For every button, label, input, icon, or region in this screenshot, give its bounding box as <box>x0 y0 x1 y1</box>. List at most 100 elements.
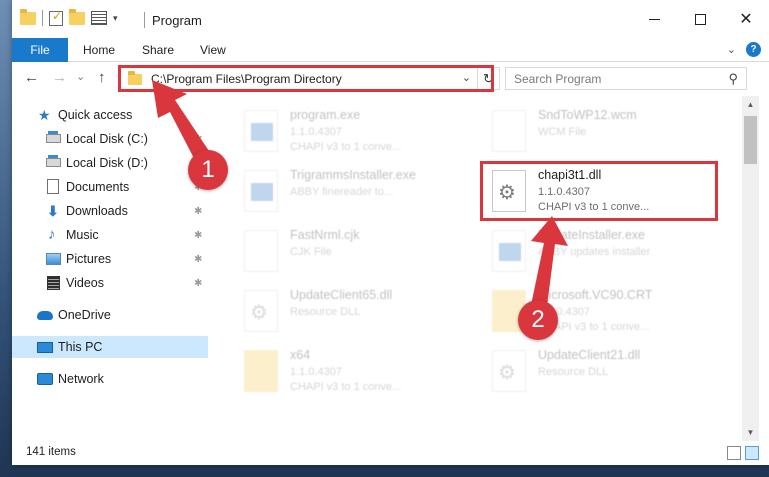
videos-icon <box>47 276 63 290</box>
file-item[interactable]: program.exe 1.1.0.4307 CHAPI v3 to 1 con… <box>238 104 468 160</box>
file-version: 1.1.0.4307 <box>290 126 342 138</box>
up-arrow-icon[interactable]: ↑ <box>98 69 106 86</box>
sidebar-item-local-disk-d[interactable]: Local Disk (D:) <box>12 152 208 174</box>
sidebar-item-label: Quick access <box>58 108 133 122</box>
file-name: UpdateInstaller.exe <box>538 228 646 242</box>
sidebar-item-label: Documents <box>66 180 130 194</box>
folder-icon[interactable] <box>20 8 36 25</box>
properties-icon[interactable] <box>91 11 107 25</box>
file-type: WCM File <box>538 126 587 138</box>
back-arrow-icon[interactable]: ← <box>24 69 39 86</box>
folder-icon <box>244 350 278 392</box>
close-icon: ✕ <box>739 11 753 28</box>
cloud-icon <box>37 311 53 325</box>
close-button[interactable]: ✕ <box>723 0 769 38</box>
title-bar: ▾ Program ✕ <box>12 0 769 38</box>
sidebar-item-local-disk-c[interactable]: Local Disk (C:) ✱ <box>12 128 208 150</box>
computer-icon <box>37 342 53 356</box>
file-name: TrigrammsInstaller.exe <box>290 168 416 182</box>
help-icon[interactable]: ? <box>746 42 761 57</box>
customize-toolbar-icon[interactable]: ▾ <box>113 13 118 24</box>
sidebar-item-onedrive[interactable]: OneDrive <box>12 304 208 326</box>
sidebar-item-label: This PC <box>58 340 103 354</box>
sidebar-item-documents[interactable]: Documents ✱ <box>12 176 208 198</box>
dll-file-icon <box>492 350 526 392</box>
scroll-thumb[interactable] <box>744 116 757 164</box>
file-item[interactable]: UpdateClient21.dll Resource DLL <box>486 344 716 400</box>
tab-share[interactable]: Share <box>142 38 174 62</box>
sidebar-item-label: Pictures <box>66 252 112 266</box>
ribbon: File Home Share View ⌄ ? <box>12 38 769 94</box>
sidebar-item-label: Downloads <box>66 204 128 218</box>
window-controls: ✕ <box>631 0 769 38</box>
file-name: UpdateClient65.dll <box>290 288 393 302</box>
maximize-button[interactable] <box>677 0 723 38</box>
file-name: program.exe <box>290 108 361 122</box>
pin-icon[interactable]: ✱ <box>194 206 202 217</box>
toolbar-divider <box>42 10 43 26</box>
sidebar-item-downloads[interactable]: ⬇ Downloads ✱ <box>12 200 208 222</box>
scroll-down-icon[interactable]: ▼ <box>742 424 759 441</box>
window-title: Program <box>152 13 202 28</box>
sidebar-item-label: Music <box>66 228 99 242</box>
file-type: CJK File <box>290 246 332 258</box>
forward-arrow-icon[interactable]: → <box>52 69 67 86</box>
view-switcher <box>727 446 759 460</box>
sidebar-item-music[interactable]: ♪ Music ✱ <box>12 224 208 246</box>
chevron-down-icon[interactable]: ⌄ <box>727 43 736 56</box>
file-item[interactable]: FastNrml.cjk CJK File <box>238 224 468 280</box>
search-input[interactable] <box>506 68 706 89</box>
pin-icon[interactable]: ✱ <box>194 134 202 145</box>
minimize-button[interactable] <box>631 0 677 38</box>
pin-icon[interactable]: ✱ <box>194 230 202 241</box>
navigation-pane: ★ Quick access Local Disk (C:) ✱ Local D… <box>12 96 208 441</box>
search-icon[interactable]: ⚲ <box>728 71 738 87</box>
music-icon: ♪ <box>48 226 56 243</box>
tab-view[interactable]: View <box>200 38 226 62</box>
tab-home[interactable]: Home <box>83 38 115 62</box>
sidebar-item-label: Local Disk (C:) <box>66 132 148 146</box>
file-name: Microsoft.VC90.CRT <box>538 288 653 302</box>
sidebar-item-label: OneDrive <box>58 308 111 322</box>
file-description: CHAPI v3 to 1 conve... <box>290 141 402 153</box>
vertical-scrollbar[interactable]: ▲ ▼ <box>742 96 759 441</box>
file-item[interactable]: UpdateInstaller.exe ABBY updates install… <box>486 224 716 280</box>
generic-file-icon <box>244 230 278 272</box>
file-type: Resource DLL <box>538 366 609 378</box>
pin-icon[interactable]: ✱ <box>194 254 202 265</box>
file-type: Resource DLL <box>290 306 361 318</box>
sidebar-item-network[interactable]: Network <box>12 368 208 390</box>
sidebar-item-label: Local Disk (D:) <box>66 156 148 170</box>
file-item[interactable]: x64 1.1.0.4307 CHAPI v3 to 1 conve... <box>238 344 468 400</box>
sidebar-item-label: Videos <box>66 276 104 290</box>
step-badge-1: 1 <box>188 150 228 190</box>
file-item[interactable]: TrigrammsInstaller.exe ABBY finereader t… <box>238 164 468 220</box>
details-view-icon[interactable] <box>727 446 741 460</box>
file-item[interactable]: SndToWP12.wcm WCM File <box>486 104 716 160</box>
pin-icon[interactable]: ✱ <box>194 278 202 289</box>
sidebar-item-quick-access[interactable]: ★ Quick access <box>12 104 208 126</box>
item-count: 141 items <box>26 446 76 458</box>
star-icon: ★ <box>38 107 51 123</box>
sidebar-item-this-pc[interactable]: This PC <box>12 336 208 358</box>
status-bar: 141 items <box>12 441 769 465</box>
properties-check-icon[interactable] <box>49 9 63 26</box>
file-name: UpdateClient21.dll <box>538 348 641 362</box>
new-folder-icon[interactable] <box>69 8 85 25</box>
documents-icon <box>47 179 63 194</box>
pictures-icon <box>46 253 62 267</box>
file-description: CHAPI v3 to 1 conve... <box>290 381 402 393</box>
file-name: FastNrml.cjk <box>290 228 360 242</box>
sidebar-item-pictures[interactable]: Pictures ✱ <box>12 248 208 270</box>
tiles-view-icon[interactable] <box>745 446 759 460</box>
recent-locations-icon[interactable]: ⌄ <box>76 70 85 83</box>
dll-file-icon <box>244 290 278 332</box>
generic-file-icon <box>492 110 526 152</box>
search-box[interactable]: ⚲ <box>505 67 747 90</box>
scroll-up-icon[interactable]: ▲ <box>742 96 759 113</box>
quick-access-toolbar: ▾ <box>20 8 118 26</box>
sidebar-item-videos[interactable]: Videos ✱ <box>12 272 208 294</box>
file-item[interactable]: UpdateClient65.dll Resource DLL <box>238 284 468 340</box>
file-version: 1.1.0.4307 <box>290 366 342 378</box>
network-icon <box>37 373 53 387</box>
